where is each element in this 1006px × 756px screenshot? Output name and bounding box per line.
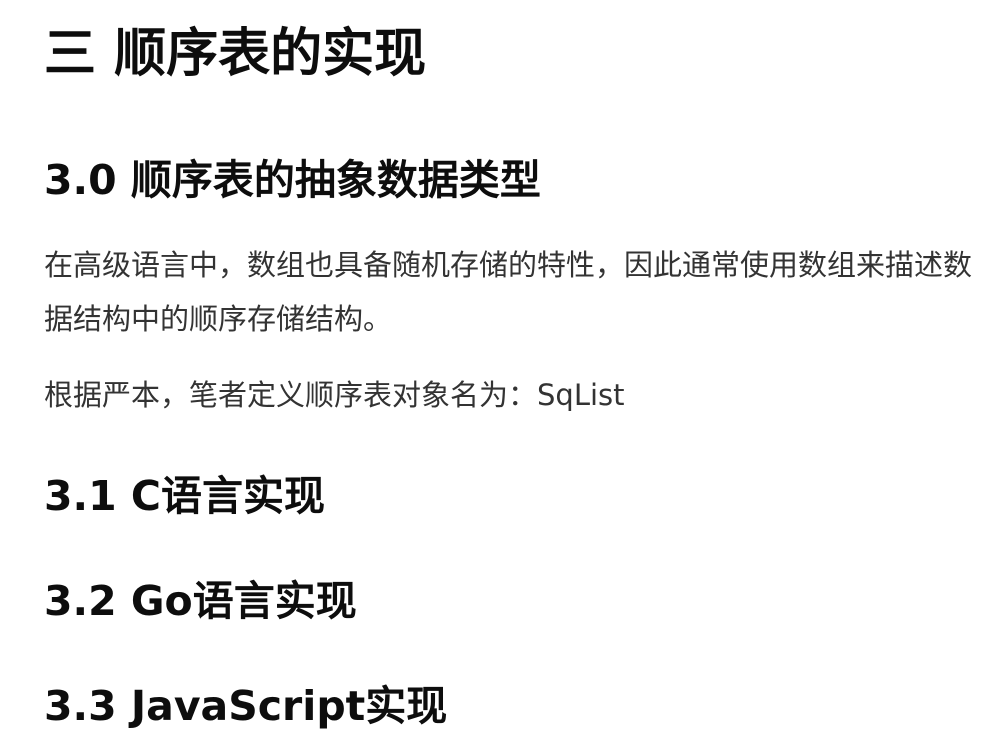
chapter-title: 三 顺序表的实现 <box>44 24 427 84</box>
section-heading-3-1: 3.1 C语言实现 <box>44 472 325 520</box>
paragraph-array-description: 在高级语言中，数组也具备随机存储的特性，因此通常使用数组来描述数据结构中的顺序存… <box>44 248 973 336</box>
section-heading-3-3: 3.3 JavaScript实现 <box>44 682 448 730</box>
paragraph-sqlist-definition: 根据严本，笔者定义顺序表对象名为：SqList <box>44 378 625 412</box>
section-heading-3-2: 3.2 Go语言实现 <box>44 577 357 625</box>
section-heading-3-0: 3.0 顺序表的抽象数据类型 <box>44 156 541 204</box>
